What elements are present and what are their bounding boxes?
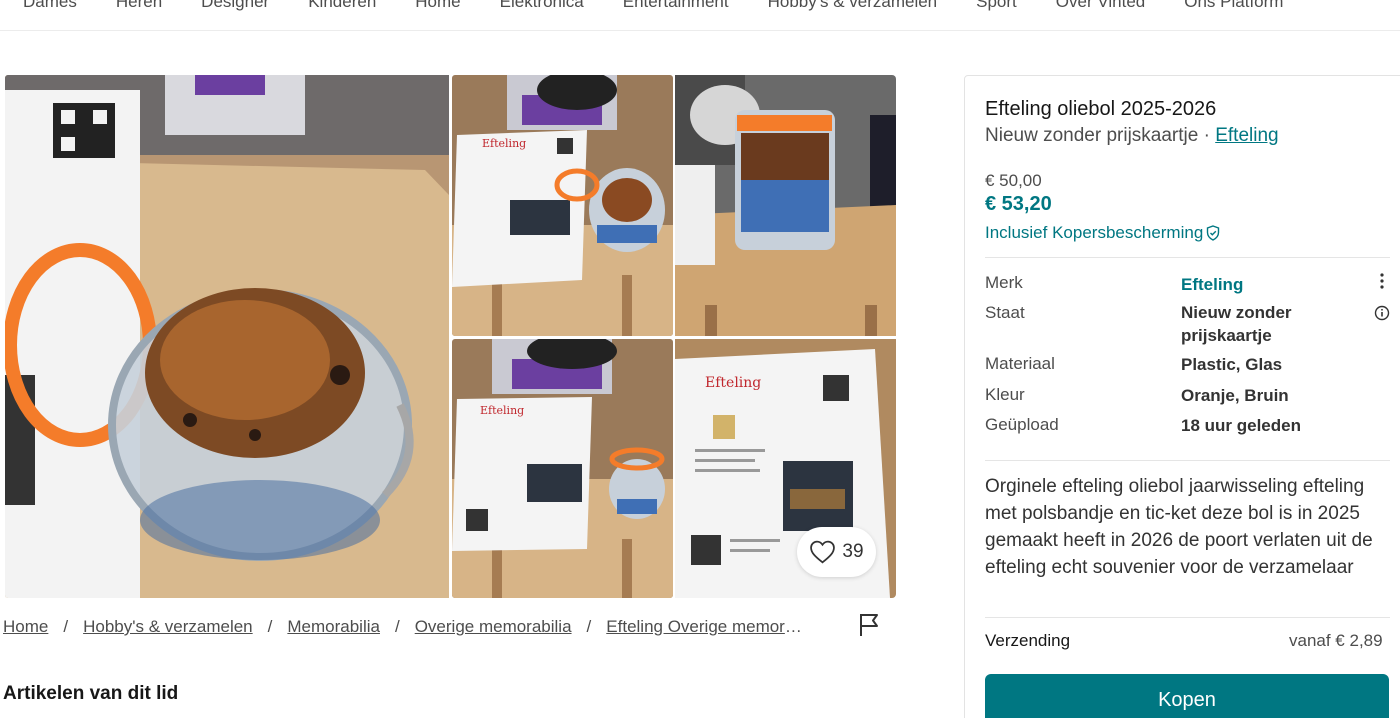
svg-text:Efteling: Efteling [480, 404, 524, 417]
item-photo-main[interactable] [5, 75, 449, 598]
attr-label-staat: Staat [985, 303, 1025, 322]
attr-value-materiaal: Plastic, Glas [1181, 355, 1283, 374]
item-photo-4[interactable]: Efteling [452, 339, 673, 598]
favorite-button[interactable]: 39 [797, 527, 876, 577]
shipping-label: Verzending [985, 631, 1071, 650]
breadcrumb-separator: / [63, 617, 69, 636]
attr-value-merk[interactable]: Efteling [1181, 273, 1243, 296]
breadcrumb-hobbys[interactable]: Hobby's & verzamelen [83, 617, 253, 637]
item-photo-3[interactable] [675, 75, 896, 336]
breadcrumb-separator: / [267, 617, 273, 636]
breadcrumb-home[interactable]: Home [3, 617, 48, 637]
breadcrumb-overige-memorabilia[interactable]: Overige memorabilia [415, 617, 572, 637]
item-description: Orginele efteling oliebol jaarwisseling … [985, 476, 1373, 578]
category-nav: Dames Heren Designer Kinderen Home Elekt… [0, 0, 1400, 31]
member-items-title: Artikelen van dit lid [3, 683, 179, 704]
flag-icon[interactable] [858, 612, 880, 638]
nav-item-hobbys[interactable]: Hobby's & verzamelen [768, 0, 938, 12]
breadcrumb-separator: / [394, 617, 400, 636]
shield-check-icon [1207, 225, 1220, 241]
svg-text:Efteling: Efteling [705, 375, 761, 391]
buyer-protection-link[interactable]: Inclusief Kopersbescherming [985, 223, 1220, 243]
divider [985, 460, 1390, 461]
breadcrumb: Home / Hobby's & verzamelen / Memorabili… [3, 617, 807, 637]
more-vertical-icon[interactable] [1376, 272, 1388, 290]
heart-icon [810, 540, 836, 564]
item-photo-2[interactable]: Efteling [452, 75, 673, 336]
item-subtitle: Nieuw zonder prijskaartje · Efteling [985, 125, 1279, 147]
attr-label-kleur: Kleur [985, 385, 1025, 404]
item-price: € 50,00 [985, 171, 1042, 190]
item-condition: Nieuw zonder prijskaartje [985, 125, 1199, 146]
brand-link[interactable]: Efteling [1215, 125, 1278, 146]
attr-label-merk: Merk [985, 273, 1023, 292]
breadcrumb-memorabilia[interactable]: Memorabilia [287, 617, 380, 637]
shipping-price: vanaf € 2,89 [1289, 631, 1383, 650]
photo-gallery: Efteling Efteling Efteling [5, 75, 896, 598]
info-icon[interactable] [1374, 305, 1390, 321]
nav-item-over-vinted[interactable]: Over Vinted [1056, 0, 1145, 12]
nav-item-home[interactable]: Home [415, 0, 460, 12]
subtitle-dot: · [1203, 125, 1210, 146]
item-price-total: € 53,20 [985, 193, 1052, 215]
svg-text:Efteling: Efteling [482, 137, 526, 150]
attr-value-geupload: 18 uur geleden [1181, 416, 1301, 435]
nav-item-elektronica[interactable]: Elektronica [500, 0, 584, 12]
nav-item-ons-platform[interactable]: Ons Platform [1184, 0, 1283, 12]
buyer-protection-label: Inclusief Kopersbescherming [985, 223, 1204, 242]
nav-item-entertainment[interactable]: Entertainment [623, 0, 729, 12]
breadcrumb-separator: / [586, 617, 592, 636]
divider [985, 257, 1390, 258]
buy-button[interactable]: Kopen [985, 674, 1389, 718]
favorite-count: 39 [842, 541, 864, 562]
attr-value-kleur: Oranje, Bruin [1181, 386, 1289, 405]
nav-item-kinderen[interactable]: Kinderen [308, 0, 376, 12]
attr-label-materiaal: Materiaal [985, 354, 1055, 373]
nav-item-heren[interactable]: Heren [116, 0, 162, 12]
nav-item-sport[interactable]: Sport [976, 0, 1017, 12]
nav-item-dames[interactable]: Dames [23, 0, 77, 12]
attr-value-staat: Nieuw zonder prijskaartje [1181, 303, 1292, 345]
item-title: Efteling oliebol 2025-2026 [985, 98, 1217, 120]
attr-label-geupload: Geüpload [985, 415, 1059, 434]
divider [985, 617, 1390, 618]
nav-item-designer[interactable]: Designer [201, 0, 269, 12]
breadcrumb-efteling-overige[interactable]: Efteling Overige memorabilia [606, 617, 807, 637]
